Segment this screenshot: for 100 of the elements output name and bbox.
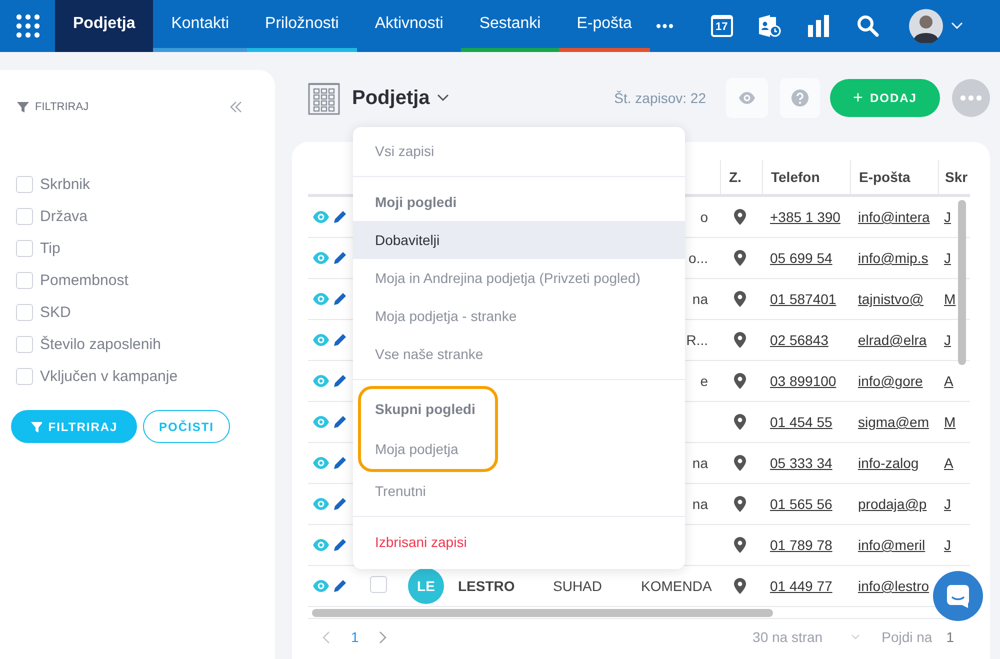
phone-link[interactable]: 01 587401	[770, 291, 836, 307]
nav-tab[interactable]: Podjetja	[55, 0, 154, 52]
pencil-icon[interactable]	[333, 415, 347, 429]
email-link[interactable]: info@lestro	[858, 578, 930, 594]
column-header[interactable]: Telefon	[762, 160, 850, 194]
map-pin-icon[interactable]	[734, 537, 746, 553]
bar-chart-icon[interactable]	[806, 15, 831, 37]
phone-link[interactable]: 03 899100	[770, 373, 836, 389]
record-count: Št. zapisov: 22	[614, 90, 706, 106]
owner-link[interactable]: J	[944, 496, 951, 512]
table-cell-text: na	[691, 291, 709, 307]
email-link[interactable]: elrad@elra	[858, 332, 927, 348]
column-header[interactable]: E-pošta	[850, 160, 938, 194]
map-pin-icon[interactable]	[734, 414, 746, 430]
chevron-right-icon[interactable]	[378, 630, 387, 644]
filter-option-label[interactable]: Skrbnik	[40, 176, 90, 192]
filter-option-label[interactable]: SKD	[40, 304, 71, 320]
owner-link[interactable]: A	[944, 455, 954, 471]
owner-link[interactable]: M	[944, 291, 956, 307]
map-pin-icon[interactable]	[734, 209, 746, 225]
view-selector[interactable]: Podjetja	[352, 86, 449, 110]
caret-icon	[850, 634, 860, 640]
table-cell-text: KOMENDA	[640, 578, 713, 594]
scrollbar-thumb[interactable]	[958, 200, 966, 365]
pencil-icon[interactable]	[333, 497, 347, 511]
help-icon	[791, 89, 809, 107]
filter-option-label[interactable]: Država	[40, 208, 88, 224]
collapse-icon[interactable]	[229, 101, 243, 113]
column-header[interactable]: Skr	[938, 160, 970, 194]
map-pin-icon[interactable]	[734, 332, 746, 348]
address-book-icon[interactable]	[756, 14, 781, 38]
pencil-icon[interactable]	[333, 251, 347, 265]
phone-link[interactable]: 01 565 56	[770, 496, 832, 512]
nav-tab[interactable]: Aktivnosti	[356, 0, 462, 52]
table-cell-text: na	[691, 455, 709, 471]
filter-option-label[interactable]: Tip	[40, 240, 60, 256]
email-link[interactable]: info@gore	[858, 373, 923, 389]
map-pin-icon[interactable]	[734, 455, 746, 471]
nav-tab[interactable]: Kontakti	[153, 0, 248, 52]
phone-link[interactable]: 01 789 78	[770, 537, 832, 553]
phone-link[interactable]: 02 56843	[770, 332, 828, 348]
email-link[interactable]: info@mip.s	[858, 250, 928, 266]
email-link[interactable]: info@meril	[858, 537, 926, 553]
avatar[interactable]	[908, 9, 943, 43]
checkbox[interactable]	[16, 208, 33, 224]
pencil-icon[interactable]	[333, 538, 347, 552]
column-header[interactable]: Z.	[720, 160, 762, 194]
owner-link[interactable]: M	[944, 414, 956, 430]
pencil-icon[interactable]	[333, 374, 347, 388]
goto-field[interactable]: 1	[946, 629, 954, 645]
checkbox[interactable]	[370, 576, 387, 593]
menu-item[interactable]: Dobavitelji	[353, 221, 685, 259]
phone-link[interactable]: 01 449 77	[770, 578, 832, 594]
owner-link[interactable]: J	[944, 537, 951, 553]
email-link[interactable]: sigma@em	[858, 414, 930, 430]
email-link[interactable]: info@intera	[858, 209, 930, 225]
calendar-button[interactable]: 17	[710, 15, 733, 37]
checkbox[interactable]	[16, 336, 33, 352]
pencil-icon[interactable]	[333, 333, 347, 347]
filter-option-label[interactable]: Pomembnost	[40, 272, 128, 288]
email-link[interactable]: tajnistvo@	[858, 291, 924, 307]
checkbox[interactable]	[16, 176, 33, 192]
pencil-icon[interactable]	[333, 456, 347, 470]
apps-menu-icon[interactable]	[16, 14, 40, 38]
phone-link[interactable]: +385 1 390	[770, 209, 840, 225]
menu-item[interactable]: Izbrisani zapisi	[353, 523, 685, 561]
phone-link[interactable]: 05 699 54	[770, 250, 832, 266]
checkbox[interactable]	[16, 304, 33, 320]
map-pin-icon[interactable]	[734, 578, 746, 594]
pencil-icon[interactable]	[333, 292, 347, 306]
email-link[interactable]: prodaja@p	[858, 496, 927, 512]
owner-link[interactable]: J	[944, 332, 951, 348]
phone-link[interactable]: 01 454 55	[770, 414, 832, 430]
checkbox[interactable]	[16, 240, 33, 256]
nav-tab[interactable]: Priložnosti	[247, 0, 357, 52]
table-cell-text: R...	[685, 332, 709, 348]
caret-icon[interactable]	[950, 22, 963, 30]
phone-link[interactable]: 05 333 34	[770, 455, 832, 471]
map-pin-icon[interactable]	[734, 373, 746, 389]
scrollbar-thumb[interactable]	[312, 608, 773, 616]
email-link[interactable]: info-zalog	[858, 455, 919, 471]
filter-option-label[interactable]: Vključen v kampanje	[40, 368, 178, 384]
owner-link[interactable]: J	[944, 250, 951, 266]
owner-link[interactable]: A	[944, 373, 954, 389]
map-pin-icon[interactable]	[734, 250, 746, 266]
eye-icon	[738, 90, 756, 106]
owner-link[interactable]: J	[944, 209, 951, 225]
checkbox[interactable]	[16, 368, 33, 384]
pencil-icon[interactable]	[333, 579, 347, 593]
filter-icon	[30, 420, 42, 433]
table-cell-text: na	[691, 496, 709, 512]
nav-tab[interactable]: E-pošta	[558, 0, 650, 52]
nav-tab[interactable]: Sestanki	[461, 0, 559, 52]
map-pin-icon[interactable]	[734, 496, 746, 512]
checkbox[interactable]	[16, 272, 33, 288]
map-pin-icon[interactable]	[734, 291, 746, 307]
more-tabs-button[interactable]: •••	[656, 18, 675, 34]
pencil-icon[interactable]	[333, 210, 347, 224]
search-icon[interactable]	[856, 15, 879, 37]
filter-option-label[interactable]: Število zaposlenih	[40, 336, 161, 352]
